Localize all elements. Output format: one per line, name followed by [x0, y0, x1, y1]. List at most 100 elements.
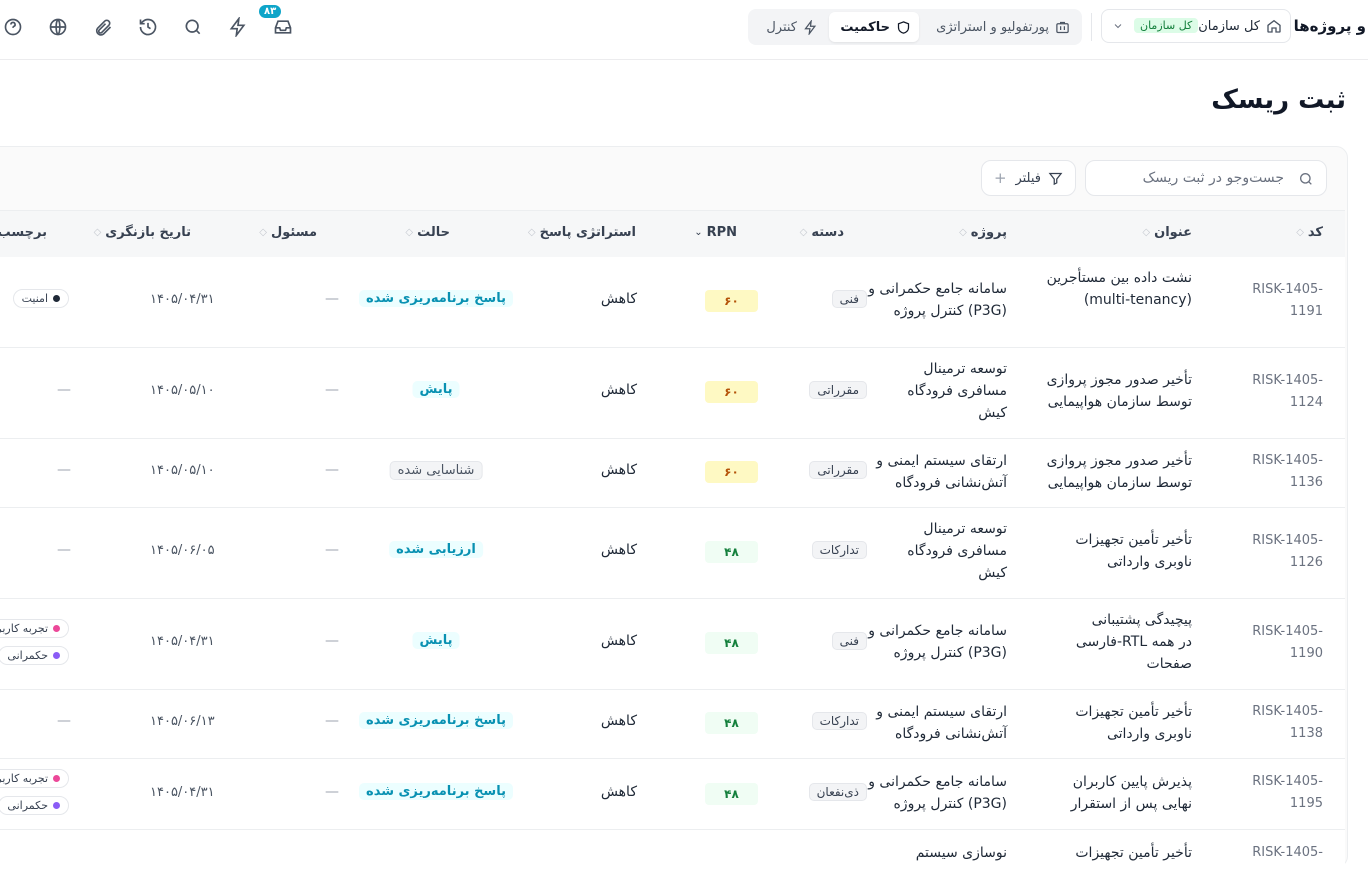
- shield-icon: [897, 20, 910, 34]
- risk-title[interactable]: تأخیر تأمین تجهیزات ناوبری وارداتی: [1052, 529, 1192, 573]
- tab-governance-label: حاکمیت: [840, 19, 890, 35]
- col-project[interactable]: پروژه ◇: [959, 225, 1007, 240]
- response-strategy: کاهش: [600, 542, 637, 558]
- header-divider: [1091, 13, 1092, 41]
- review-date: ۱۴۰۵/۰۵/۱۰: [150, 463, 215, 478]
- col-status[interactable]: حالت ◇: [405, 225, 450, 240]
- col-category[interactable]: دسته ◇: [800, 225, 844, 240]
- tag-governance[interactable]: حکمرانی: [0, 796, 69, 815]
- status-badge: پاسخ برنامه‌ریزی شده: [359, 290, 513, 307]
- table-row[interactable]: RISK-1405-1191 نشت داده بین مستأجرین (mu…: [0, 257, 1345, 348]
- risk-project: سامانه جامع حکمرانی و کنترل پروژه (P3G): [868, 774, 1007, 812]
- risk-code[interactable]: RISK-1405-1190: [1243, 621, 1323, 665]
- tab-control[interactable]: کنترل: [754, 12, 826, 42]
- help-icon[interactable]: [3, 17, 23, 37]
- table-row[interactable]: RISK-1405-1195 پذیرش پایین کاربران نهایی…: [0, 759, 1345, 830]
- risk-project: ارتقای سیستم ایمنی و آتش‌نشانی فرودگاه: [876, 453, 1007, 491]
- tag-label: حکمرانی: [7, 799, 48, 812]
- risk-project: نوسازی سیستم: [915, 845, 1007, 861]
- col-project-label: پروژه: [970, 225, 1007, 240]
- risk-title[interactable]: تأخیر صدور مجوز پروازی توسط سازمان هواپی…: [1042, 369, 1192, 413]
- col-review-date[interactable]: تاریخ بازنگری ◇: [94, 225, 191, 240]
- risk-code[interactable]: RISK-1405-1126: [1243, 530, 1323, 574]
- col-code[interactable]: کد ◇: [1296, 225, 1323, 240]
- table-row[interactable]: RISK-1405-1126 تأخیر تأمین تجهیزات ناوبر…: [0, 508, 1345, 599]
- owner: —: [325, 633, 339, 649]
- tab-portfolio-label: پورتفولیو و استراتژی: [936, 19, 1049, 35]
- tags-empty: —: [57, 713, 71, 729]
- tag-dot: [53, 625, 60, 632]
- category-badge: تدارکات: [811, 541, 867, 559]
- tag-dot: [53, 802, 60, 809]
- risk-project: توسعه ترمینال مسافری فرودگاه کیش: [907, 521, 1007, 581]
- risk-code[interactable]: RISK-1405-1195: [1243, 771, 1323, 815]
- risk-title[interactable]: تأخیر تأمین تجهیزات: [1042, 842, 1192, 864]
- sort-icon: ◇: [259, 227, 267, 238]
- tab-governance[interactable]: حاکمیت: [829, 12, 919, 42]
- col-strategy-label: استراتژی پاسخ: [539, 225, 636, 240]
- lightning-icon[interactable]: [228, 17, 248, 37]
- filter-button[interactable]: فیلتر +: [981, 160, 1076, 196]
- risk-title[interactable]: نشت داده بین مستأجرین (multi-tenancy): [1042, 267, 1192, 311]
- tag-ux[interactable]: تجربه کاربری: [0, 619, 69, 638]
- tag-security[interactable]: امنیت: [12, 289, 69, 308]
- tab-portfolio[interactable]: پورتفولیو و استراتژی: [926, 12, 1078, 42]
- col-tags[interactable]: برچسب‌ها: [0, 225, 47, 240]
- col-tags-label: برچسب‌ها: [0, 225, 47, 240]
- search-placeholder: جست‌وجو در ثبت ریسک: [1142, 170, 1284, 186]
- inbox-icon[interactable]: [273, 17, 293, 37]
- sort-icon: ◇: [1142, 227, 1151, 238]
- risk-code[interactable]: RISK-1405-1138: [1243, 701, 1323, 745]
- status-badge: پایش: [412, 381, 460, 398]
- col-rpn[interactable]: RPN ⌄: [694, 225, 737, 240]
- rpn-badge: ۴۸: [705, 632, 758, 654]
- col-strategy[interactable]: استراتژی پاسخ ◇: [528, 225, 636, 240]
- owner: —: [325, 542, 339, 558]
- risk-code[interactable]: RISK-1405-: [1243, 842, 1323, 864]
- col-rpn-label: RPN: [706, 225, 737, 240]
- bolt-icon: [804, 19, 817, 35]
- table-row[interactable]: RISK-1405-1124 تأخیر صدور مجوز پروازی تو…: [0, 348, 1345, 439]
- review-date: ۱۴۰۵/۰۵/۱۰: [150, 383, 215, 398]
- attachment-icon[interactable]: [93, 17, 113, 37]
- table-row[interactable]: RISK-1405-1190 پیچیدگی پشتیبانی فارسی-RT…: [0, 599, 1345, 690]
- table-row[interactable]: RISK-1405- تأخیر تأمین تجهیزات نوسازی سی…: [0, 830, 1345, 870]
- org-badge: کل سازمان: [1134, 18, 1199, 33]
- col-review-date-label: تاریخ بازنگری: [105, 225, 191, 240]
- rpn-badge: ۶۰: [705, 290, 758, 312]
- globe-icon[interactable]: [48, 17, 68, 37]
- portfolio-icon: [1056, 21, 1069, 33]
- tab-control-label: کنترل: [766, 19, 797, 35]
- table-row[interactable]: RISK-1405-1138 تأخیر تأمین تجهیزات ناوبر…: [0, 690, 1345, 759]
- review-date: ۱۴۰۵/۰۶/۰۵: [150, 543, 215, 558]
- col-category-label: دسته: [811, 225, 844, 240]
- risk-code[interactable]: RISK-1405-1191: [1243, 279, 1323, 323]
- org-switcher[interactable]: کل سازمان کل سازمان: [1101, 9, 1291, 43]
- review-date: ۱۴۰۵/۰۴/۳۱: [150, 785, 215, 800]
- sort-icon: ◇: [405, 227, 414, 238]
- notification-count-badge: ۸۳: [259, 5, 282, 18]
- tag-ux[interactable]: تجربه کاربری: [0, 769, 69, 788]
- risk-title[interactable]: تأخیر صدور مجوز پروازی توسط سازمان هواپی…: [1042, 450, 1192, 494]
- app-brand[interactable]: و پروژه‌ها: [1294, 17, 1366, 35]
- risk-project: سامانه جامع حکمرانی و کنترل پروژه (P3G): [868, 623, 1007, 661]
- risk-title[interactable]: پذیرش پایین کاربران نهایی پس از استقرار: [1042, 771, 1192, 815]
- col-title[interactable]: عنوان ◇: [1142, 225, 1192, 240]
- risk-code[interactable]: RISK-1405-1136: [1243, 450, 1323, 494]
- col-owner[interactable]: مسئول ◇: [259, 225, 317, 240]
- search-input[interactable]: جست‌وجو در ثبت ریسک: [1085, 160, 1327, 196]
- risk-title[interactable]: پیچیدگی پشتیبانی فارسی-RTL در همه صفحات: [1067, 609, 1192, 675]
- owner: —: [325, 382, 339, 398]
- filter-icon: [1048, 172, 1063, 186]
- history-icon[interactable]: [138, 17, 158, 37]
- risk-title[interactable]: تأخیر تأمین تجهیزات ناوبری وارداتی: [1052, 701, 1192, 745]
- risk-code[interactable]: RISK-1405-1124: [1243, 370, 1323, 414]
- review-date: ۱۴۰۵/۰۴/۳۱: [150, 292, 215, 307]
- category-badge: مقرراتی: [809, 461, 867, 479]
- table-row[interactable]: RISK-1405-1136 تأخیر صدور مجوز پروازی تو…: [0, 439, 1345, 508]
- mode-tabs: پورتفولیو و استراتژی حاکمیت کنترل: [748, 9, 1082, 45]
- search-icon[interactable]: [183, 17, 203, 37]
- owner: —: [325, 713, 339, 729]
- rpn-badge: ۶۰: [705, 381, 758, 403]
- tag-governance[interactable]: حکمرانی: [0, 646, 69, 665]
